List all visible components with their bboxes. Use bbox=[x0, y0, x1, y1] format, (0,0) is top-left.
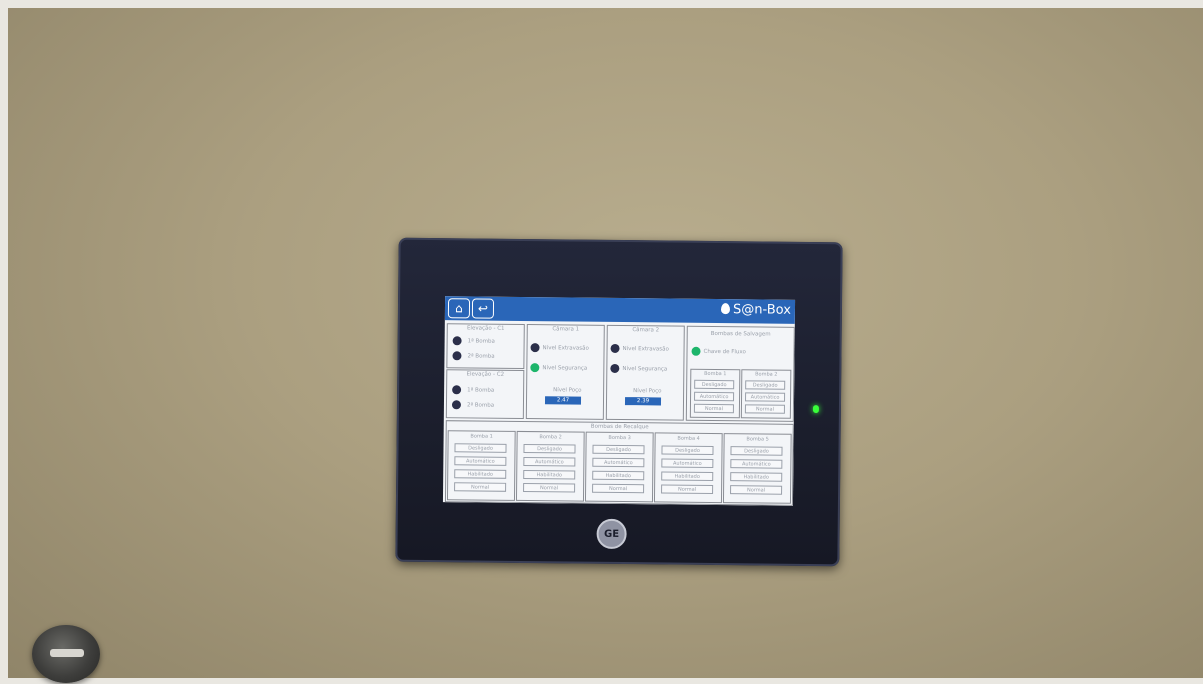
column-header: Bomba 1 bbox=[470, 433, 493, 440]
label-nivel-extravasao: Nível Extravasão bbox=[542, 345, 589, 352]
brand-logo: S@n-Box bbox=[721, 302, 791, 318]
water-drop-icon bbox=[721, 303, 731, 315]
panel-title: Elevação - C2 bbox=[466, 371, 505, 378]
panel-title: Bombas de Salvagem bbox=[710, 330, 771, 338]
status-normal[interactable]: Normal bbox=[661, 484, 714, 494]
wall-edge-left bbox=[0, 0, 8, 684]
ge-logo: GE bbox=[596, 518, 627, 550]
status-habilitado[interactable]: Habilitado bbox=[661, 471, 714, 481]
recalque-bomba-4: Bomba 4 Desligado Automático Habilitado Norm… bbox=[653, 432, 723, 504]
status-desligado[interactable]: Desligado bbox=[730, 446, 783, 456]
value-nivel-poco: 2.47 bbox=[544, 396, 582, 405]
salvagem-bomba-1: Bomba 1 Desligado Automático Normal bbox=[689, 368, 741, 419]
title-bar: ⌂ ↩ S@n-Box bbox=[444, 296, 796, 324]
status-desligado[interactable]: Desligado bbox=[694, 379, 735, 390]
status-automatico[interactable]: Automático bbox=[745, 392, 786, 402]
hmi-screen: ⌂ ↩ S@n-Box Elevação - C1 1ª Bomba 2ª Bo… bbox=[442, 296, 796, 506]
column-header: Bomba 2 bbox=[539, 434, 562, 441]
status-habilitado[interactable]: Habilitado bbox=[523, 470, 576, 480]
wall-edge-top bbox=[0, 0, 1203, 8]
column-header: Bomba 1 bbox=[704, 370, 727, 378]
status-habilitado[interactable]: Habilitado bbox=[592, 470, 645, 481]
status-led bbox=[812, 405, 819, 414]
column-header: Bomba 4 bbox=[677, 435, 700, 442]
status-automatico[interactable]: Automático bbox=[730, 459, 783, 469]
wall-edge-bottom bbox=[0, 678, 1203, 684]
home-button[interactable]: ⌂ bbox=[447, 298, 471, 319]
panel-elevacao-c2: Elevação - C2 1ª Bomba 2ª Bomba bbox=[445, 369, 525, 420]
status-habilitado[interactable]: Habilitado bbox=[730, 472, 783, 482]
status-normal[interactable]: Normal bbox=[454, 482, 507, 492]
status-normal[interactable]: Normal bbox=[730, 485, 783, 495]
status-normal[interactable]: Normal bbox=[523, 483, 576, 493]
column-header: Bomba 2 bbox=[755, 371, 778, 378]
column-header: Bomba 5 bbox=[746, 436, 769, 443]
status-desligado[interactable]: Desligado bbox=[745, 380, 786, 390]
status-automatico[interactable]: Automático bbox=[523, 457, 576, 467]
status-desligado[interactable]: Desligado bbox=[523, 444, 576, 454]
label-nivel-extravasao: Nível Extravasão bbox=[622, 346, 669, 353]
status-normal[interactable]: Normal bbox=[693, 403, 734, 414]
panel-bombas-recalque: Bombas de Recalque Bomba 1 Desligado Autom… bbox=[444, 420, 794, 506]
status-automatico[interactable]: Automático bbox=[592, 457, 645, 468]
recalque-bomba-1: Bomba 1 Desligado Automático Habilitado Norm… bbox=[446, 430, 516, 501]
label-nivel-seguranca: Nível Segurança bbox=[622, 366, 668, 373]
label-bomba-2: 2ª Bomba bbox=[467, 353, 495, 360]
label-nivel-poco: Nível Poço bbox=[553, 387, 582, 394]
lamp-bomba-1 bbox=[452, 385, 462, 395]
label-nivel-poco: Nível Poço bbox=[633, 388, 662, 395]
back-icon: ↩ bbox=[477, 301, 489, 316]
label-chave-fluxo: Chave de Fluxo bbox=[703, 348, 746, 356]
panel-title: Elevação - C1 bbox=[466, 325, 505, 332]
back-button[interactable]: ↩ bbox=[471, 298, 495, 319]
lamp-chave-fluxo bbox=[691, 346, 701, 356]
recalque-bomba-3: Bomba 3 Desligado Automático Habilitado Norm… bbox=[584, 431, 654, 503]
panel-elevacao-c1: Elevação - C1 1ª Bomba 2ª Bomba bbox=[446, 323, 525, 370]
salvagem-bomba-2: Bomba 2 Desligado Automático Normal bbox=[740, 369, 792, 419]
lamp-nivel-extravasao bbox=[530, 343, 540, 353]
value-nivel-poco: 2.39 bbox=[624, 397, 662, 406]
lamp-nivel-extravasao bbox=[610, 343, 620, 354]
lamp-nivel-seguranca bbox=[610, 363, 620, 374]
label-bomba-1: 1ª Bomba bbox=[467, 338, 495, 345]
panel-camara-2: Câmara 2 Nível Extravasão Nível Seguranç… bbox=[605, 324, 685, 421]
panel-title: Câmara 2 bbox=[632, 327, 660, 334]
panel-title: Câmara 1 bbox=[552, 326, 580, 333]
panel-camara-1: Câmara 1 Nível Extravasão Nível Seguranç… bbox=[525, 324, 605, 420]
brand-label: S@n-Box bbox=[733, 302, 792, 318]
home-icon: ⌂ bbox=[455, 301, 463, 316]
lamp-bomba-1 bbox=[452, 336, 462, 346]
label-bomba-2: 2ª Bomba bbox=[466, 402, 495, 409]
status-habilitado[interactable]: Habilitado bbox=[454, 469, 507, 479]
status-desligado[interactable]: Desligado bbox=[661, 445, 714, 455]
label-bomba-1: 1ª Bomba bbox=[467, 387, 495, 394]
label-nivel-seguranca: Nível Segurança bbox=[542, 365, 588, 372]
recalque-bomba-5: Bomba 5 Desligado Automático Habilitado Norm… bbox=[722, 433, 792, 504]
lamp-nivel-seguranca bbox=[530, 363, 540, 373]
lamp-bomba-2 bbox=[452, 351, 462, 361]
knob-slot bbox=[50, 649, 84, 657]
status-automatico[interactable]: Automático bbox=[694, 391, 735, 402]
column-header: Bomba 3 bbox=[608, 434, 631, 442]
recalque-bomba-2: Bomba 2 Desligado Automático Habilitado Norm… bbox=[515, 430, 585, 502]
status-normal[interactable]: Normal bbox=[744, 404, 785, 414]
hmi-bezel: GE ⌂ ↩ S@n-Box Elevação - C1 1ª Bomba 2ª… bbox=[395, 237, 843, 567]
panel-bombas-salvagem: Bombas de Salvagem Chave de Fluxo Bomba … bbox=[685, 325, 795, 422]
status-automatico[interactable]: Automático bbox=[454, 456, 507, 466]
status-desligado[interactable]: Desligado bbox=[454, 443, 507, 453]
status-normal[interactable]: Normal bbox=[592, 483, 645, 494]
status-desligado[interactable]: Desligado bbox=[592, 444, 645, 455]
lamp-bomba-2 bbox=[451, 400, 462, 410]
panel-lock-knob bbox=[32, 625, 100, 683]
status-automatico[interactable]: Automático bbox=[661, 458, 714, 468]
